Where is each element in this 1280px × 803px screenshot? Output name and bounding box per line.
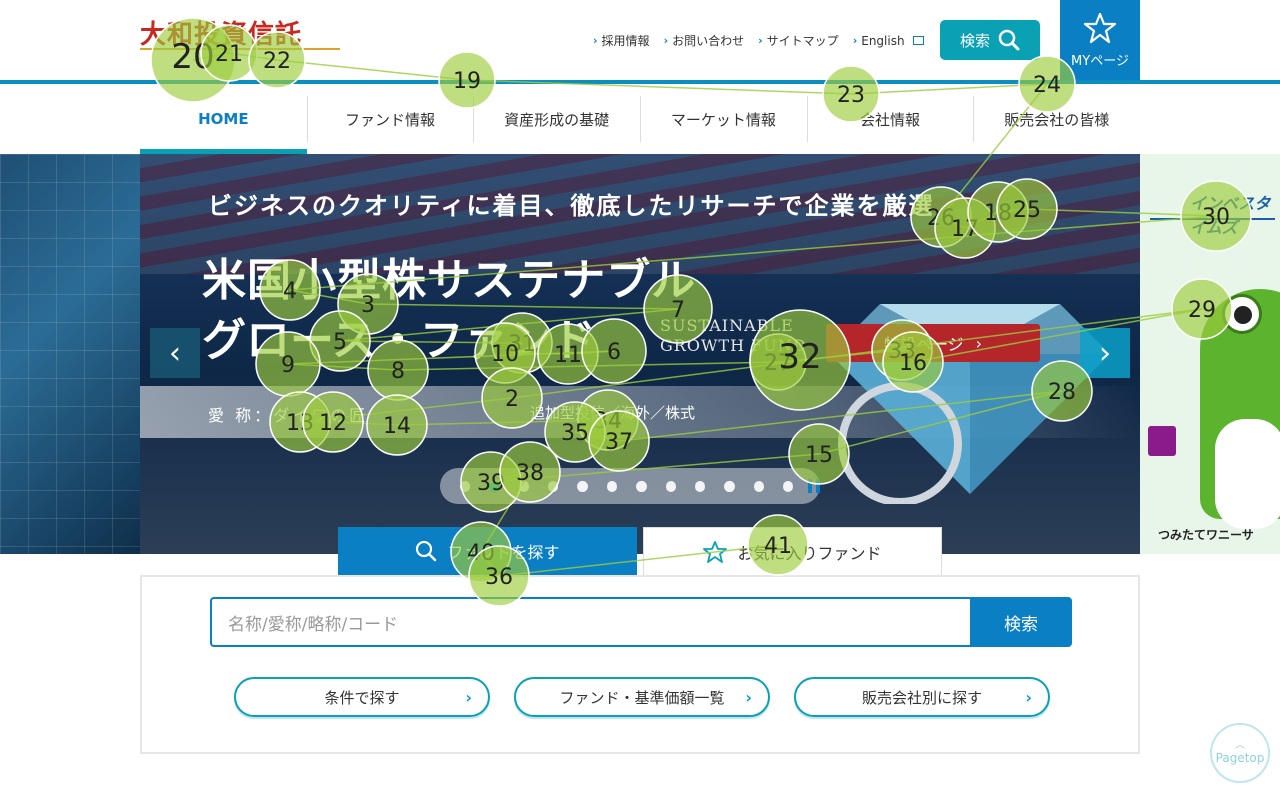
- star-icon: [1083, 12, 1117, 43]
- carousel-next-button[interactable]: ›: [1080, 328, 1130, 378]
- diamond-image: [830, 304, 1110, 504]
- link-english[interactable]: › English: [853, 32, 924, 49]
- chevron-left-icon: ‹: [169, 335, 181, 371]
- nav-home[interactable]: HOME: [140, 84, 307, 154]
- fund-search-submit[interactable]: 検索: [970, 597, 1072, 647]
- pagetop-label: Pagetop: [1215, 751, 1265, 765]
- carousel-dot[interactable]: [606, 480, 618, 492]
- fund-price-list-button[interactable]: ファンド・基準価額一覧 ›: [514, 677, 770, 717]
- carousel-dot[interactable]: [753, 480, 764, 492]
- chevron-up-icon: ︿: [1235, 740, 1245, 751]
- tech-grid-image: [0, 154, 140, 554]
- fund-category: 追加型投信／海外／株式: [530, 404, 696, 422]
- next-slide-preview[interactable]: インベスタイムズ つみたてワニーサ: [1140, 154, 1280, 554]
- next-slide-title: つみたてワニーサ: [1158, 528, 1254, 542]
- slide-english-title: SUSTAINABLE GROWTH FUND: [660, 316, 807, 356]
- site-logo[interactable]: 大和投資信託: [140, 14, 340, 50]
- search-by-conditions-button[interactable]: 条件で探す ›: [234, 677, 490, 717]
- chevron-right-icon: ›: [1025, 687, 1032, 707]
- search-by-distributor-label: 販売会社別に探す: [861, 688, 982, 707]
- special-page-label: 特設ページ: [883, 335, 964, 354]
- fund-search-panel: 名称/愛称/略称/コード 検索 条件で探す › ファンド・基準価額一覧 › 販売会社…: [140, 575, 1140, 754]
- search-tabs: ファンドを探す お気に入りファンド: [338, 527, 942, 575]
- chevron-right-icon: ›: [758, 34, 763, 47]
- header-search-button[interactable]: 検索: [940, 20, 1040, 60]
- link-sitemap-label: サイトマップ: [766, 34, 839, 48]
- nav-distributors[interactable]: 販売会社の皆様: [973, 84, 1140, 154]
- header-search-label: 検索: [959, 31, 990, 50]
- search-icon: [416, 540, 437, 562]
- slide-subtitle: ビジネスのクオリティに着目、徹底したリサーチで企業を厳選: [208, 191, 935, 220]
- nav-company-info[interactable]: 会社情報: [806, 84, 974, 154]
- star-icon: [703, 540, 728, 563]
- invest-times-brand: インベスタイムズ: [1190, 194, 1271, 237]
- slide-english-line2: GROWTH FUND: [660, 336, 807, 355]
- logo-text: 大和投資信託: [140, 20, 303, 50]
- carousel-dot[interactable]: [548, 480, 559, 492]
- carousel-dot[interactable]: [489, 480, 500, 492]
- search-by-distributor-button[interactable]: 販売会社別に探す ›: [794, 677, 1050, 717]
- slide-title-line1: 米国小型株サステナブル: [202, 255, 697, 306]
- slide-english-line1: SUSTAINABLE: [660, 316, 794, 335]
- page: 大和投資信託 › 採用情報 › お問い合わせ › サイトマップ › English 検索…: [0, 0, 1280, 803]
- tab-favorite-label: お気に入りファンド: [737, 543, 882, 563]
- link-english-label: English: [861, 33, 905, 48]
- link-contact[interactable]: › お問い合わせ: [664, 32, 745, 49]
- chevron-right-icon: ›: [465, 687, 472, 707]
- nav-asset-basics[interactable]: 資産形成の基礎: [473, 84, 640, 154]
- carousel-dot[interactable]: [665, 480, 676, 492]
- utility-links: › 採用情報 › お問い合わせ › サイトマップ › English: [593, 32, 924, 49]
- link-sitemap[interactable]: › サイトマップ: [758, 32, 839, 49]
- pagetop-button[interactable]: ︿ Pagetop: [1210, 723, 1270, 783]
- carousel-dot[interactable]: [636, 480, 647, 492]
- tab-find-fund[interactable]: ファンドを探す: [338, 527, 637, 575]
- chevron-right-icon: ›: [1099, 335, 1111, 371]
- nav-fund-info[interactable]: ファンド情報: [306, 84, 474, 154]
- global-nav: HOME ファンド情報 資産形成の基礎 マーケット情報 会社情報 販売会社の皆様: [140, 84, 1140, 154]
- link-recruit-label: 採用情報: [601, 34, 650, 48]
- special-page-button[interactable]: 特設ページ ›: [826, 324, 1040, 362]
- slide-title-line2: グロース・ファンド: [202, 315, 596, 366]
- chevron-right-icon: ›: [852, 34, 858, 47]
- fund-price-list-label: ファンド・基準価額一覧: [559, 688, 725, 707]
- frog-belly: [1215, 419, 1280, 529]
- prev-slide-preview[interactable]: [0, 154, 140, 554]
- site-header: 大和投資信託 › 採用情報 › お問い合わせ › サイトマップ › English 検索…: [0, 0, 1280, 84]
- mypage-button[interactable]: MYページ: [1060, 0, 1140, 80]
- search-by-conditions-label: 条件で探す: [324, 688, 400, 707]
- fund-search-input[interactable]: 名称/愛称/略称/コード: [210, 597, 970, 647]
- carousel-dot[interactable]: [782, 480, 794, 492]
- pink-badge: [1148, 426, 1176, 456]
- search-icon: [998, 29, 1020, 51]
- carousel-dot[interactable]: [577, 480, 588, 492]
- carousel-dot[interactable]: [460, 480, 471, 492]
- tab-find-fund-label: ファンドを探す: [447, 543, 560, 562]
- hero-carousel: ビジネスのクオリティに着目、徹底したリサーチで企業を厳選 米国小型株サステナブル…: [0, 154, 1280, 554]
- chevron-right-icon: ›: [745, 687, 752, 707]
- mypage-label: MYページ: [1071, 53, 1129, 69]
- carousel-dot[interactable]: [724, 480, 735, 492]
- external-window-icon: [912, 36, 924, 45]
- chevron-right-icon: ›: [663, 34, 669, 47]
- link-contact-label: お問い合わせ: [672, 34, 745, 48]
- frog-pupil: [1234, 306, 1252, 324]
- carousel-dot[interactable]: [518, 480, 530, 492]
- nav-market-info[interactable]: マーケット情報: [640, 84, 807, 154]
- tab-favorite-funds[interactable]: お気に入りファンド: [643, 527, 942, 575]
- invest-times-banner: インベスタイムズ: [1150, 172, 1275, 237]
- carousel-prev-button[interactable]: ‹: [150, 328, 200, 378]
- carousel-dot[interactable]: [694, 480, 706, 492]
- pause-icon[interactable]: [808, 479, 821, 493]
- chevron-right-icon: ›: [593, 34, 598, 47]
- link-recruit[interactable]: › 採用情報: [593, 32, 650, 49]
- carousel-pagination: [440, 468, 821, 504]
- fund-nickname: 愛 称：ダイワの匠: [208, 406, 369, 425]
- chevron-right-icon: ›: [975, 333, 983, 353]
